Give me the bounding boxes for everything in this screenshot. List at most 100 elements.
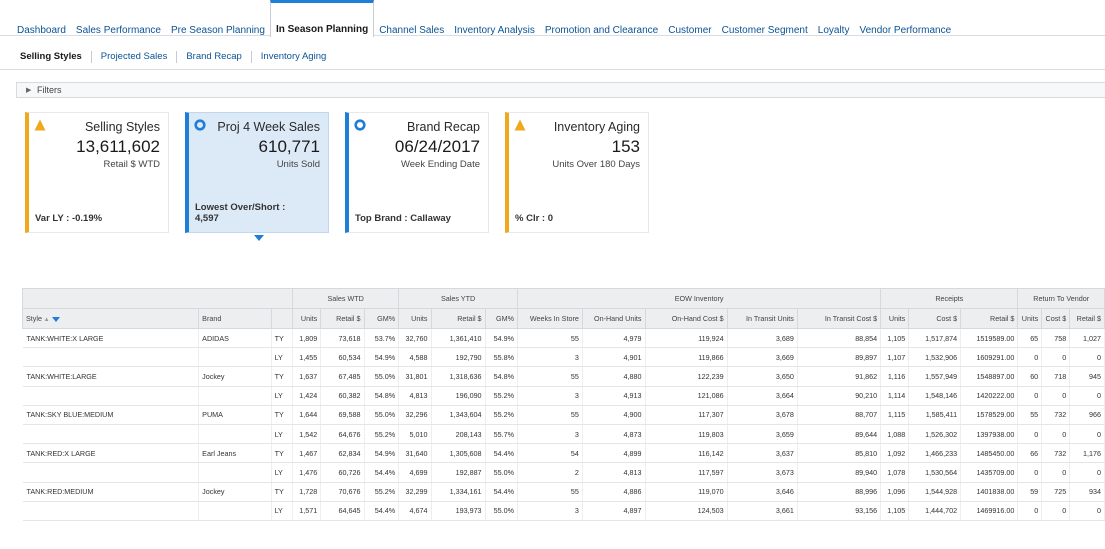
table-cell: 60,726 (320, 462, 365, 483)
table-row[interactable]: TANK:RED:X LARGE Earl Jeans TY 1,467 62,834 5… (22, 443, 1105, 464)
table-cell: 4,901 (582, 347, 646, 368)
table-cell: 1,334,161 (431, 482, 486, 502)
column-header-in-transit-cost[interactable]: In Transit Cost $ (796, 308, 882, 329)
table-row[interactable]: LY 1,424 60,382 54.8% 4,813 196,090 55.2% 3 4,91… (22, 386, 1105, 406)
table-cell: 3 (517, 347, 583, 368)
kpi-value: 06/24/2017 (394, 137, 480, 156)
filters-bar[interactable]: ▶ Filters (16, 82, 1105, 98)
table-cell: 193,973 (431, 501, 486, 521)
tab-sales-performance[interactable]: Sales Performance (71, 0, 166, 36)
tab-inventory-analysis[interactable]: Inventory Analysis (449, 0, 540, 36)
column-header-cost[interactable]: Cost $ (908, 308, 962, 329)
column-header-gm[interactable]: GM% (484, 308, 519, 329)
table-cell: 31,640 (398, 443, 432, 464)
table-row[interactable]: TANK:RED:MEDIUM Jockey TY 1,728 70,676 55.2% 3… (22, 482, 1105, 502)
table-cell: 1,526,302 (908, 424, 962, 445)
table-cell: 0 (1069, 501, 1105, 521)
kpi-tile-brand-recap[interactable]: Brand Recap 06/24/2017 Week Ending Date Top… (345, 112, 489, 233)
table-cell (198, 462, 272, 483)
table-cell: 1,644 (292, 405, 322, 425)
table-cell: 4,880 (582, 366, 646, 387)
table-cell: TANK:WHITE:LARGE (22, 366, 200, 387)
tab-channel-sales[interactable]: Channel Sales (374, 0, 449, 36)
table-row[interactable]: LY 1,542 64,676 55.2% 5,010 208,143 55.7% 3 4,87… (22, 424, 1105, 445)
table-cell: 88,854 (797, 328, 882, 349)
subtab-selling-styles[interactable]: Selling Styles (16, 51, 91, 63)
group-header-sales-ytd: Sales YTD (398, 288, 519, 309)
subtab-projected-sales[interactable]: Projected Sales (90, 51, 177, 63)
tab-customer-segment[interactable]: Customer Segment (717, 0, 813, 36)
tab-vendor-performance[interactable]: Vendor Performance (854, 0, 956, 36)
table-row[interactable]: LY 1,455 60,534 54.9% 4,588 192,790 55.8% 3 4,90… (22, 347, 1105, 368)
table-cell: 1,476 (292, 462, 322, 483)
table-cell: TY (271, 366, 294, 387)
table-cell: 1,092 (880, 443, 910, 464)
column-header-cost[interactable]: Cost $ (1041, 308, 1071, 329)
table-cell: 0 (1017, 462, 1043, 483)
table-cell: 3,659 (727, 424, 798, 445)
table-cell: 1,585,411 (908, 405, 962, 425)
kpi-tile-inventory-aging[interactable]: Inventory Aging 153 Units Over 180 Days % C… (505, 112, 649, 233)
column-header-units[interactable]: Units (398, 308, 432, 329)
table-cell: 1,096 (880, 482, 910, 502)
filters-label[interactable]: Filters (37, 85, 62, 95)
table-cell: 55.2% (485, 405, 519, 425)
table-body: TANK:WHITE:X LARGE ADIDAS TY 1,809 73,618 53.… (22, 328, 1105, 521)
column-header-retail[interactable]: Retail $ (960, 308, 1019, 329)
table-row[interactable]: TANK:WHITE:LARGE Jockey TY 1,637 67,485 55.0%… (22, 366, 1105, 387)
expand-triangle-icon[interactable]: ▶ (26, 86, 31, 94)
column-header-units[interactable]: Units (1017, 308, 1043, 329)
column-header-on-hand-units[interactable]: On-Hand Units (581, 308, 646, 329)
kpi-subtitle: Week Ending Date (400, 159, 480, 170)
column-header-retail[interactable]: Retail $ (430, 308, 486, 329)
column-header-gm[interactable]: GM% (363, 308, 400, 329)
kpi-tile-selling-styles[interactable]: Selling Styles 13,611,602 Retail $ WTD Var … (25, 112, 169, 233)
table-cell: 934 (1069, 482, 1105, 502)
table-cell: 4,900 (582, 405, 646, 425)
table-row[interactable]: LY 1,476 60,726 54.4% 4,699 192,887 55.0% 2 4,81… (22, 462, 1105, 483)
tab-loyalty[interactable]: Loyalty (813, 0, 855, 36)
subtab-brand-recap[interactable]: Brand Recap (176, 51, 250, 63)
table-cell: 121,086 (645, 386, 728, 406)
table-cell: 91,862 (797, 366, 882, 387)
table-cell: 1435709.00 (960, 462, 1019, 483)
table-cell: 3,689 (727, 328, 798, 349)
table-cell (22, 386, 200, 406)
sort-ascending-icon[interactable]: ▲ (42, 317, 50, 323)
table-cell: 966 (1069, 405, 1105, 425)
table-cell: 88,707 (797, 405, 882, 425)
column-header-units[interactable]: Units (292, 308, 322, 329)
column-header-retail[interactable]: Retail $ (320, 308, 365, 329)
column-header-units[interactable]: Units (880, 308, 910, 329)
tab-promotion-and-clearance[interactable]: Promotion and Clearance (540, 0, 663, 36)
table-cell: 117,597 (645, 462, 728, 483)
table-cell: 1469916.00 (960, 501, 1019, 521)
table-cell (198, 347, 272, 368)
column-header-retail[interactable]: Retail $ (1069, 308, 1105, 329)
sort-descending-icon[interactable] (51, 316, 60, 322)
table-cell: 64,645 (320, 501, 365, 521)
tab-dashboard[interactable]: Dashboard (12, 0, 71, 36)
kpi-title: Brand Recap (407, 120, 480, 134)
column-header-in-transit-units[interactable]: In Transit Units (726, 308, 798, 329)
table-row[interactable]: TANK:WHITE:X LARGE ADIDAS TY 1,809 73,618 53.… (22, 328, 1105, 349)
tab-customer[interactable]: Customer (663, 0, 716, 36)
column-header-on-hand-cost[interactable]: On-Hand Cost $ (644, 308, 728, 329)
column-header-weeks-in-store[interactable]: Weeks In Store (517, 308, 583, 329)
column-header-style[interactable]: Style ▲ (22, 308, 200, 329)
table-cell: 1578529.00 (960, 405, 1019, 425)
table-cell: 55.2% (485, 386, 519, 406)
column-header-brand[interactable]: Brand (198, 308, 272, 329)
sub-nav-items: Selling Styles Projected Sales Brand Recap… (16, 51, 335, 63)
table-cell: LY (271, 347, 294, 368)
kpi-tile-proj-4-week-sales[interactable]: Proj 4 Week Sales 610,771 Units Sold Lowest… (185, 112, 329, 233)
kpi-subtitle: Retail $ WTD (103, 159, 160, 170)
subtab-inventory-aging[interactable]: Inventory Aging (250, 51, 336, 63)
tab-in-season-planning[interactable]: In Season Planning (269, 0, 375, 37)
table-cell: 119,803 (645, 424, 728, 445)
table-row[interactable]: TANK:SKY BLUE:MEDIUM PUMA TY 1,644 69,588 55.… (22, 405, 1105, 425)
table-row[interactable]: LY 1,571 64,645 54.4% 4,674 193,973 55.0% 3 4,89… (22, 501, 1105, 521)
table-cell: 54.9% (364, 347, 400, 368)
tab-pre-season-planning[interactable]: Pre Season Planning (166, 0, 270, 36)
kpi-footer: Top Brand : Callaway (355, 213, 451, 224)
